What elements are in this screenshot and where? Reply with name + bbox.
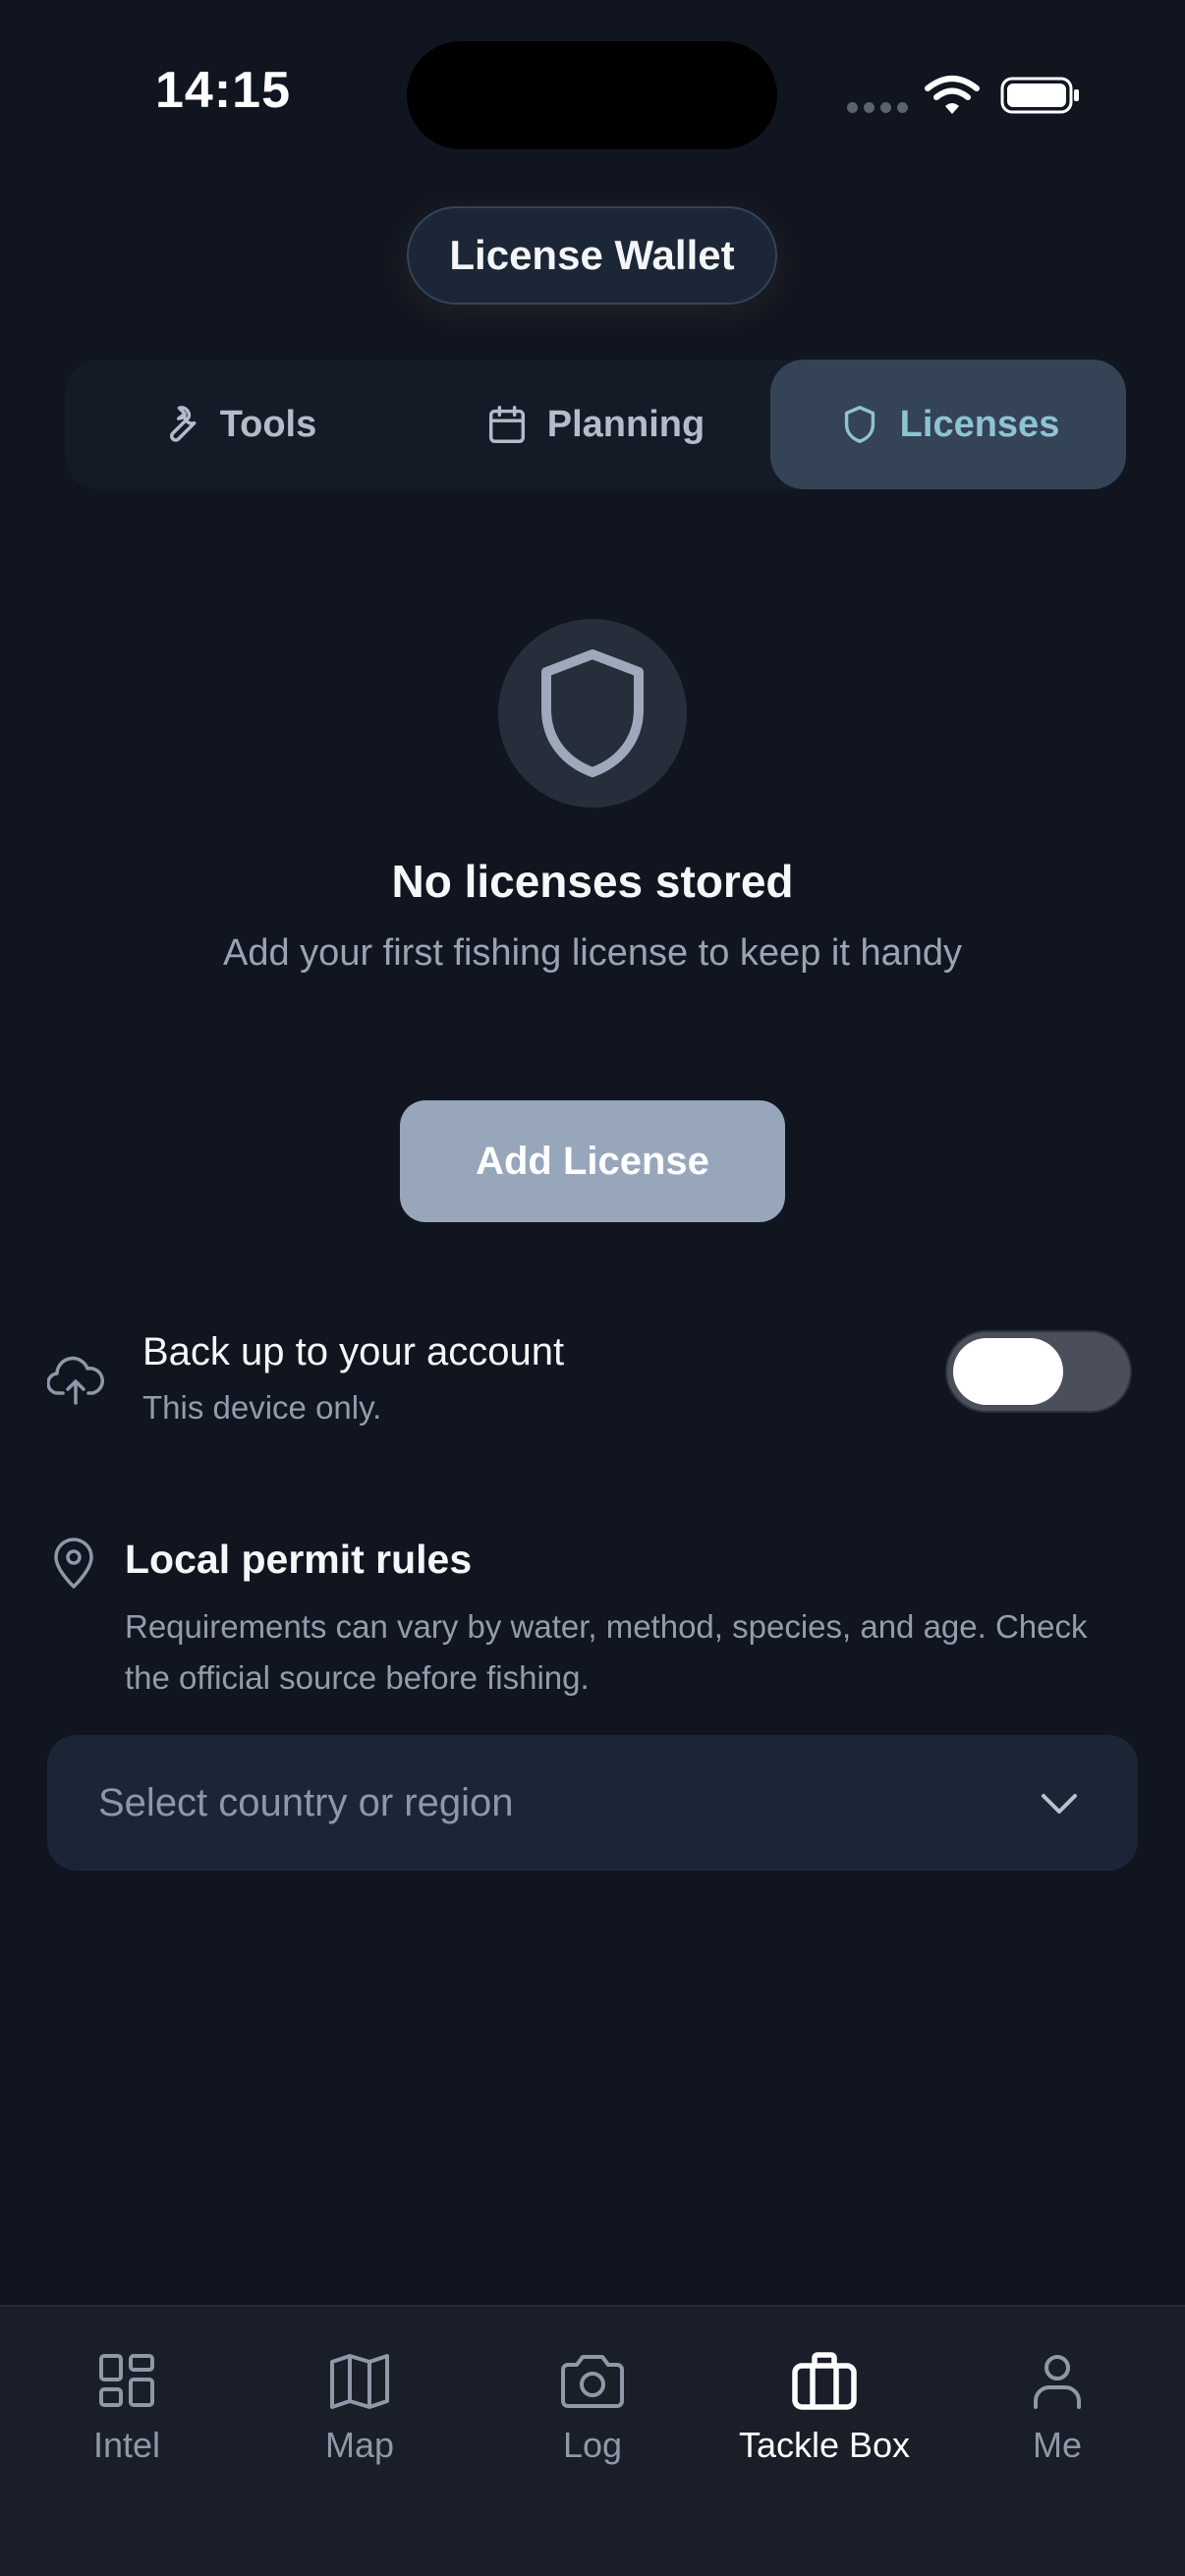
tab-label: Licenses [899,403,1060,445]
calendar-icon [488,406,525,443]
status-time: 14:15 [155,62,291,119]
nav-item-tackle-box[interactable]: Tackle Box [716,2346,932,2466]
empty-state-badge [498,619,687,808]
empty-state-subtitle: Add your first fishing license to keep i… [223,932,962,974]
tab-tools[interactable]: Tools [65,360,409,489]
nav-item-map[interactable]: Map [252,2346,468,2466]
nav-label: Map [324,2425,395,2465]
shield-icon [844,406,875,443]
nav-label: Me [1032,2425,1082,2465]
backup-subtitle: This device only. [142,1389,382,1426]
cellular-signal-icon [847,102,908,113]
tab-licenses[interactable]: Licenses [770,360,1126,489]
wifi-icon [925,76,980,114]
nav-label: Log [562,2425,623,2465]
nav-label: Intel [92,2425,161,2465]
section-tabs: Tools Planning Licenses [65,360,1126,489]
cloud-upload-icon [47,1356,104,1405]
tab-label: Planning [546,403,705,445]
map-pin-icon [54,1538,93,1589]
backup-toggle[interactable] [945,1330,1132,1413]
person-icon [1034,2355,1081,2409]
nav-item-intel[interactable]: Intel [19,2346,235,2466]
permit-rules-title: Local permit rules [125,1537,473,1582]
add-license-button[interactable]: Add License [400,1100,785,1222]
map-icon [330,2354,389,2409]
bottom-tab-bar: Intel Map Log Tackle Box Me [0,2305,1185,2576]
backup-title: Back up to your account [142,1330,565,1373]
shield-icon [541,649,644,777]
briefcase-icon [792,2352,857,2410]
battery-icon [1000,77,1079,114]
tab-planning[interactable]: Planning [423,360,766,489]
country-region-select[interactable]: Select country or region [47,1735,1138,1871]
dynamic-island [407,41,777,149]
page-title: License Wallet [407,206,777,305]
toggle-knob [953,1338,1063,1405]
select-placeholder: Select country or region [98,1780,514,1824]
empty-state-title: No licenses stored [391,856,794,907]
nav-item-log[interactable]: Log [484,2346,701,2466]
camera-icon [561,2355,624,2408]
license-wallet-screen: 14:15 License Wallet Tools Planning Lice… [0,0,1185,2576]
permit-rules-body: Requirements can vary by water, method, … [125,1608,1088,1696]
chevron-down-icon [1042,1794,1077,1814]
tab-label: Tools [219,403,317,445]
nav-label: Tackle Box [738,2425,911,2465]
nav-item-me[interactable]: Me [949,2346,1165,2466]
wrench-icon [169,406,197,442]
grid-icon [99,2354,154,2407]
